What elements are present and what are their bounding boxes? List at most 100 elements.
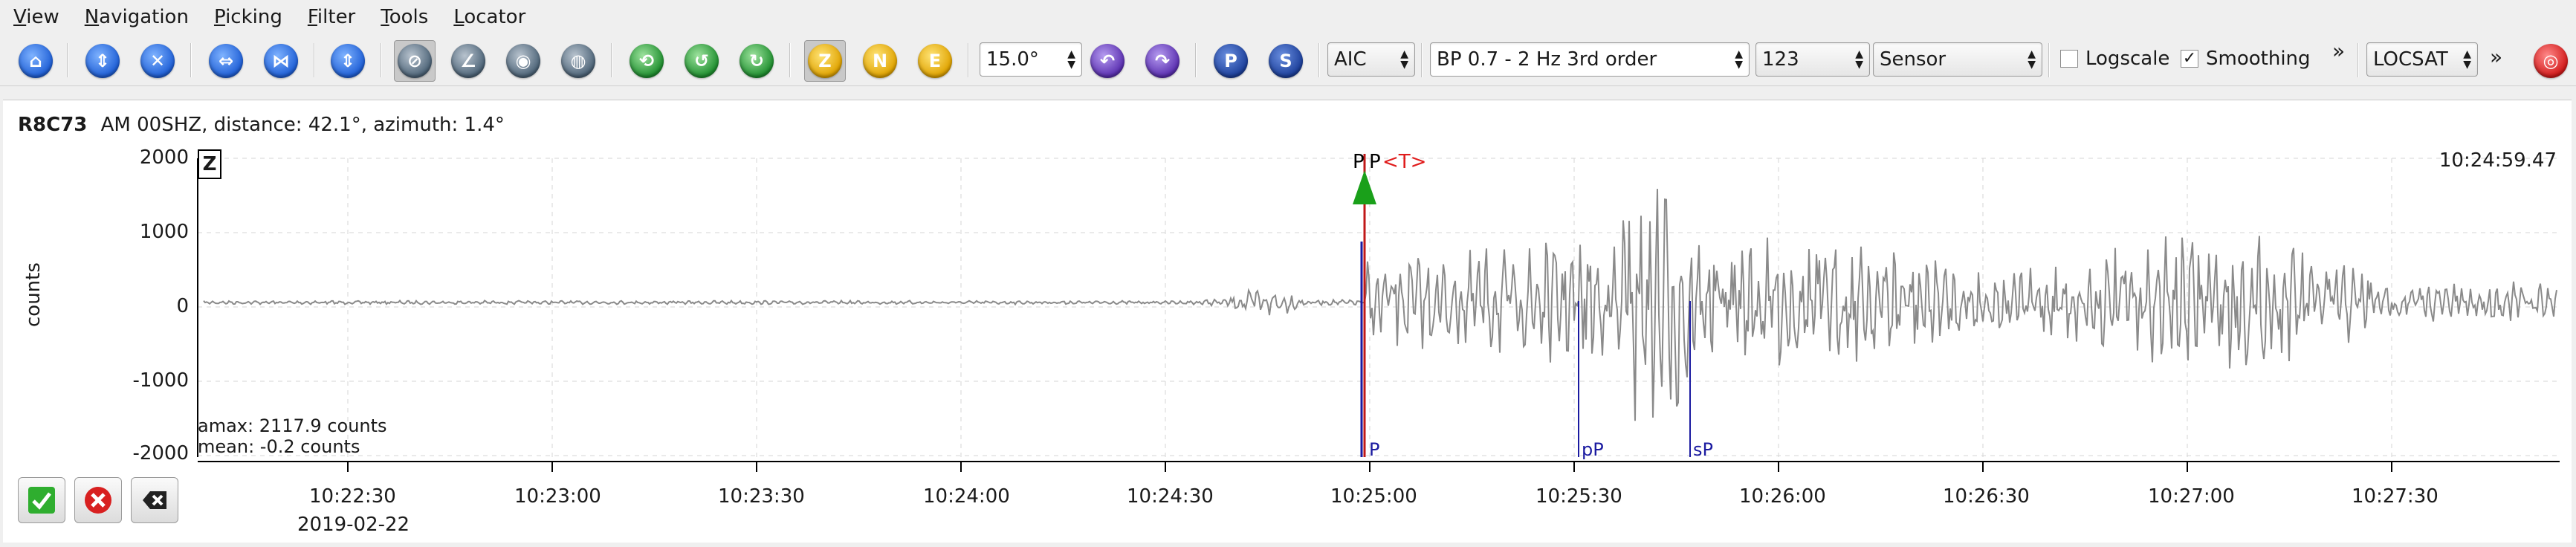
date-label: 2019-02-22 [297,514,410,536]
menu-picking[interactable]: Picking [214,0,282,34]
y-tick: 2000 [139,146,189,169]
undo-button[interactable]: ↺ [681,40,722,82]
measure-angle-button[interactable]: ∠ [447,40,489,82]
home-button[interactable]: ⌂ [15,40,56,82]
pick-s-button[interactable]: S [1265,40,1307,82]
menu-view[interactable]: View [13,0,59,34]
smoothing-label: Smoothing [2206,48,2311,70]
x-tick: 10:27:30 [2352,485,2439,508]
logscale-checkbox[interactable]: Logscale [2060,48,2169,70]
y-tick: -1000 [132,369,189,392]
component-mode-value: 123 [1762,48,1799,71]
menu-locator[interactable]: Locator [453,0,525,34]
y-tick: -2000 [132,442,189,465]
toolbar: ⌂ ⇕ ✕ ⇔ ⋈ ⇕ ⊘ ∠ ◉ ◍ ⟲ ↺ ↻ Z N E 15.0° ▲ ▼… [0,34,2576,86]
smoothing-checkbox[interactable]: ✓ Smoothing [2181,48,2311,70]
x-tick: 10:22:30 [309,485,396,508]
rotate-left-button[interactable]: ↶ [1087,40,1128,82]
pick-label-pp: pP [1582,439,1604,460]
x-tick: 10:26:00 [1739,485,1826,508]
scroll-left-button[interactable]: ⇔ [205,40,247,82]
station-icon: ◍ [561,44,595,78]
chevron-updown-icon: ▲ ▼ [2028,48,2036,71]
filter-select[interactable]: BP 0.7 - 2 Hz 3rd order ▲ ▼ [1430,42,1750,77]
toggle-spectrogram-button[interactable]: ⊘ [394,40,436,82]
seismogram-plot[interactable] [3,100,2572,543]
amax-label: amax: 2117.9 counts [198,415,387,436]
relocate-icon: ⟲ [630,44,664,78]
unit-mode-select[interactable]: Sensor ▲ ▼ [1873,42,2042,77]
spin-arrows-icon: ▲ ▼ [1067,48,1075,71]
separator [2357,43,2359,77]
undo-icon: ↺ [685,44,719,78]
p-icon: P [1214,44,1248,78]
separator [67,43,68,77]
chevron-updown-icon: ▲ ▼ [2463,48,2471,71]
trace-panel: R8C73 AM 00SHZ, distance: 42.1°, azimuth… [3,100,2572,543]
collapse-icon: ✕ [140,44,175,78]
s-icon: S [1269,44,1303,78]
y-tick: 0 [176,295,189,317]
x-tick: 10:23:00 [514,485,601,508]
z-icon: Z [808,44,842,78]
chevron-updown-icon: ▲ ▼ [1855,48,1863,71]
toolbar-overflow-button[interactable]: » [2332,39,2345,79]
rotation-spinbox[interactable]: 15.0° ▲ ▼ [980,42,1082,77]
y-tick: 1000 [139,221,189,243]
show-map-button[interactable]: ◉ [502,40,544,82]
separator [789,43,791,77]
component-mode-select[interactable]: 123 ▲ ▼ [1755,42,1870,77]
cancel-icon [85,487,111,514]
scroll-down-button[interactable]: ✕ [137,40,178,82]
time-readout: 10:24:59.47 [2439,149,2557,172]
pick-arrow-icon [1353,170,1376,204]
show-station-button[interactable]: ◍ [557,40,599,82]
logscale-label: Logscale [2085,48,2170,70]
x-tick: 10:25:30 [1535,485,1622,508]
picker-method-select[interactable]: AIC ▲ ▼ [1327,42,1415,77]
component-z-button[interactable]: Z [804,40,846,82]
checkbox-checked-icon: ✓ [2181,50,2198,68]
delete-button[interactable] [131,477,178,523]
component-e-button[interactable]: E [914,40,956,82]
pick-label-p-bottom: P [1369,439,1380,460]
locator-select[interactable]: LOCSAT ▲ ▼ [2366,42,2478,77]
separator [1318,43,1320,77]
home-icon: ⌂ [19,44,53,78]
pick-label-p: P [1353,151,1365,173]
menu-tools[interactable]: Tools [381,0,428,34]
pick-p-button[interactable]: P [1210,40,1252,82]
map-icon: ◉ [506,44,540,78]
unit-mode-value: Sensor [1880,48,1946,71]
relocate-button[interactable]: ⟲ [626,40,667,82]
backspace-icon [143,491,166,509]
reject-button[interactable] [74,477,122,523]
pick-label-theoretical: <T> [1382,151,1427,173]
rotate-right-button[interactable]: ↷ [1142,40,1183,82]
scroll-up-button[interactable]: ⇕ [82,40,123,82]
separator [190,43,192,77]
locator-value: LOCSAT [2373,48,2448,71]
collapse-horizontal-icon: ⋈ [264,44,298,78]
x-tick: 10:25:00 [1330,485,1417,508]
component-n-button[interactable]: N [859,40,901,82]
rotate-left-icon: ↶ [1090,44,1124,78]
n-icon: N [863,44,897,78]
redo-icon: ↻ [740,44,774,78]
redo-button[interactable]: ↻ [736,40,777,82]
scroll-right-button[interactable]: ⋈ [260,40,302,82]
pick-label-sp: sP [1693,439,1713,460]
accept-button[interactable] [18,477,65,523]
menu-filter[interactable]: Filter [308,0,355,34]
no-filter-icon: ⊘ [398,44,432,78]
menu-navigation[interactable]: Navigation [85,0,189,34]
x-tick: 10:26:30 [1943,485,2030,508]
align-button[interactable]: ⇕ [327,40,369,82]
locate-button[interactable]: ◎ [2530,40,2572,82]
separator [1195,43,1197,77]
toolbar-overflow-button-2[interactable]: » [2490,45,2502,85]
mean-label: mean: -0.2 counts [198,436,360,457]
rotate-right-icon: ↷ [1145,44,1179,78]
x-tick: 10:23:30 [718,485,805,508]
separator [2048,43,2050,77]
